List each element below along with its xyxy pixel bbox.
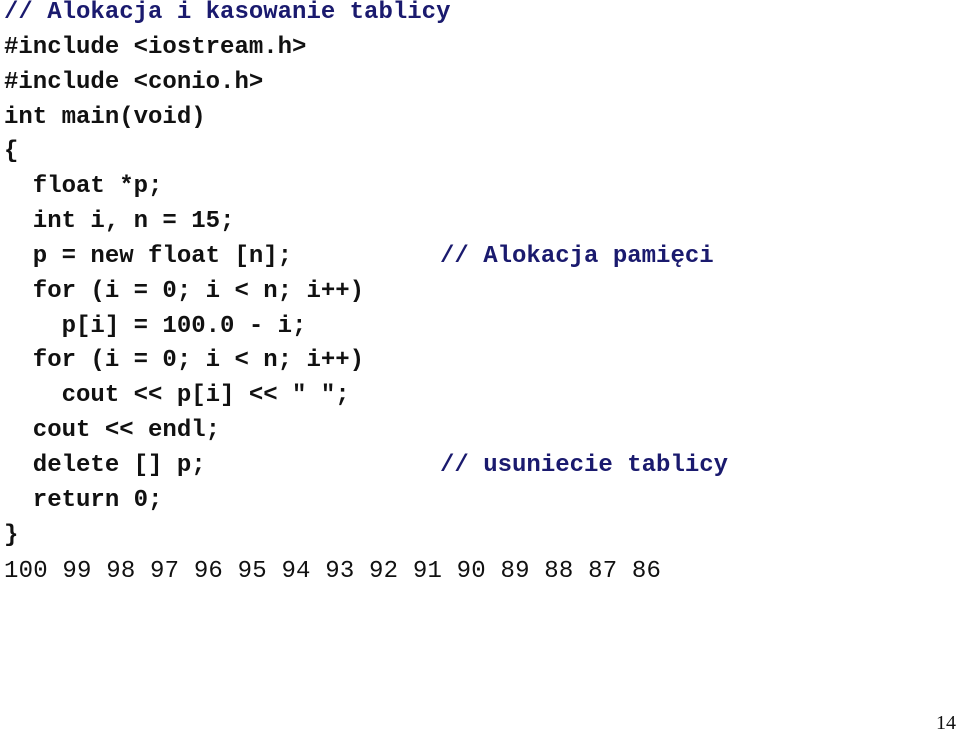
code-line-main-signature: int main(void): [4, 103, 206, 131]
code-line-cout-endl: cout << endl;: [4, 417, 221, 445]
code-line-return: return 0;: [4, 486, 163, 514]
code-line-for-print: for (i = 0; i < n; i++): [4, 347, 365, 375]
code-line-include-iostream: #include <iostream.h>: [4, 33, 307, 61]
page-number: 14: [936, 712, 956, 734]
code-line-new-alloc: p = new float [n]; // Alokacja pamięci: [4, 242, 714, 279]
code-text: delete [] p;: [4, 451, 206, 479]
code-line-close-brace: }: [4, 521, 19, 549]
code-line-int-decl: int i, n = 15;: [4, 208, 235, 236]
title-comment: // Alokacja i kasowanie tablicy: [4, 0, 451, 26]
code-line-for-fill: for (i = 0; i < n; i++): [4, 277, 365, 305]
code-line-assign: p[i] = 100.0 - i;: [4, 312, 307, 340]
code-listing: // Alokacja i kasowanie tablicy #include…: [4, 0, 728, 558]
program-output: 100 99 98 97 96 95 94 93 92 91 90 89 88 …: [4, 558, 662, 585]
comment-delete: // usuniecie tablicy: [440, 451, 729, 479]
code-line-float-pointer: float *p;: [4, 173, 163, 201]
code-line-cout-element: cout << p[i] << " ";: [4, 382, 350, 410]
code-text: p = new float [n];: [4, 242, 293, 270]
code-line-include-conio: #include <conio.h>: [4, 68, 264, 96]
code-line-open-brace: {: [4, 138, 19, 166]
code-line-delete: delete [] p; // usuniecie tablicy: [4, 451, 728, 488]
comment-alloc: // Alokacja pamięci: [440, 242, 714, 270]
